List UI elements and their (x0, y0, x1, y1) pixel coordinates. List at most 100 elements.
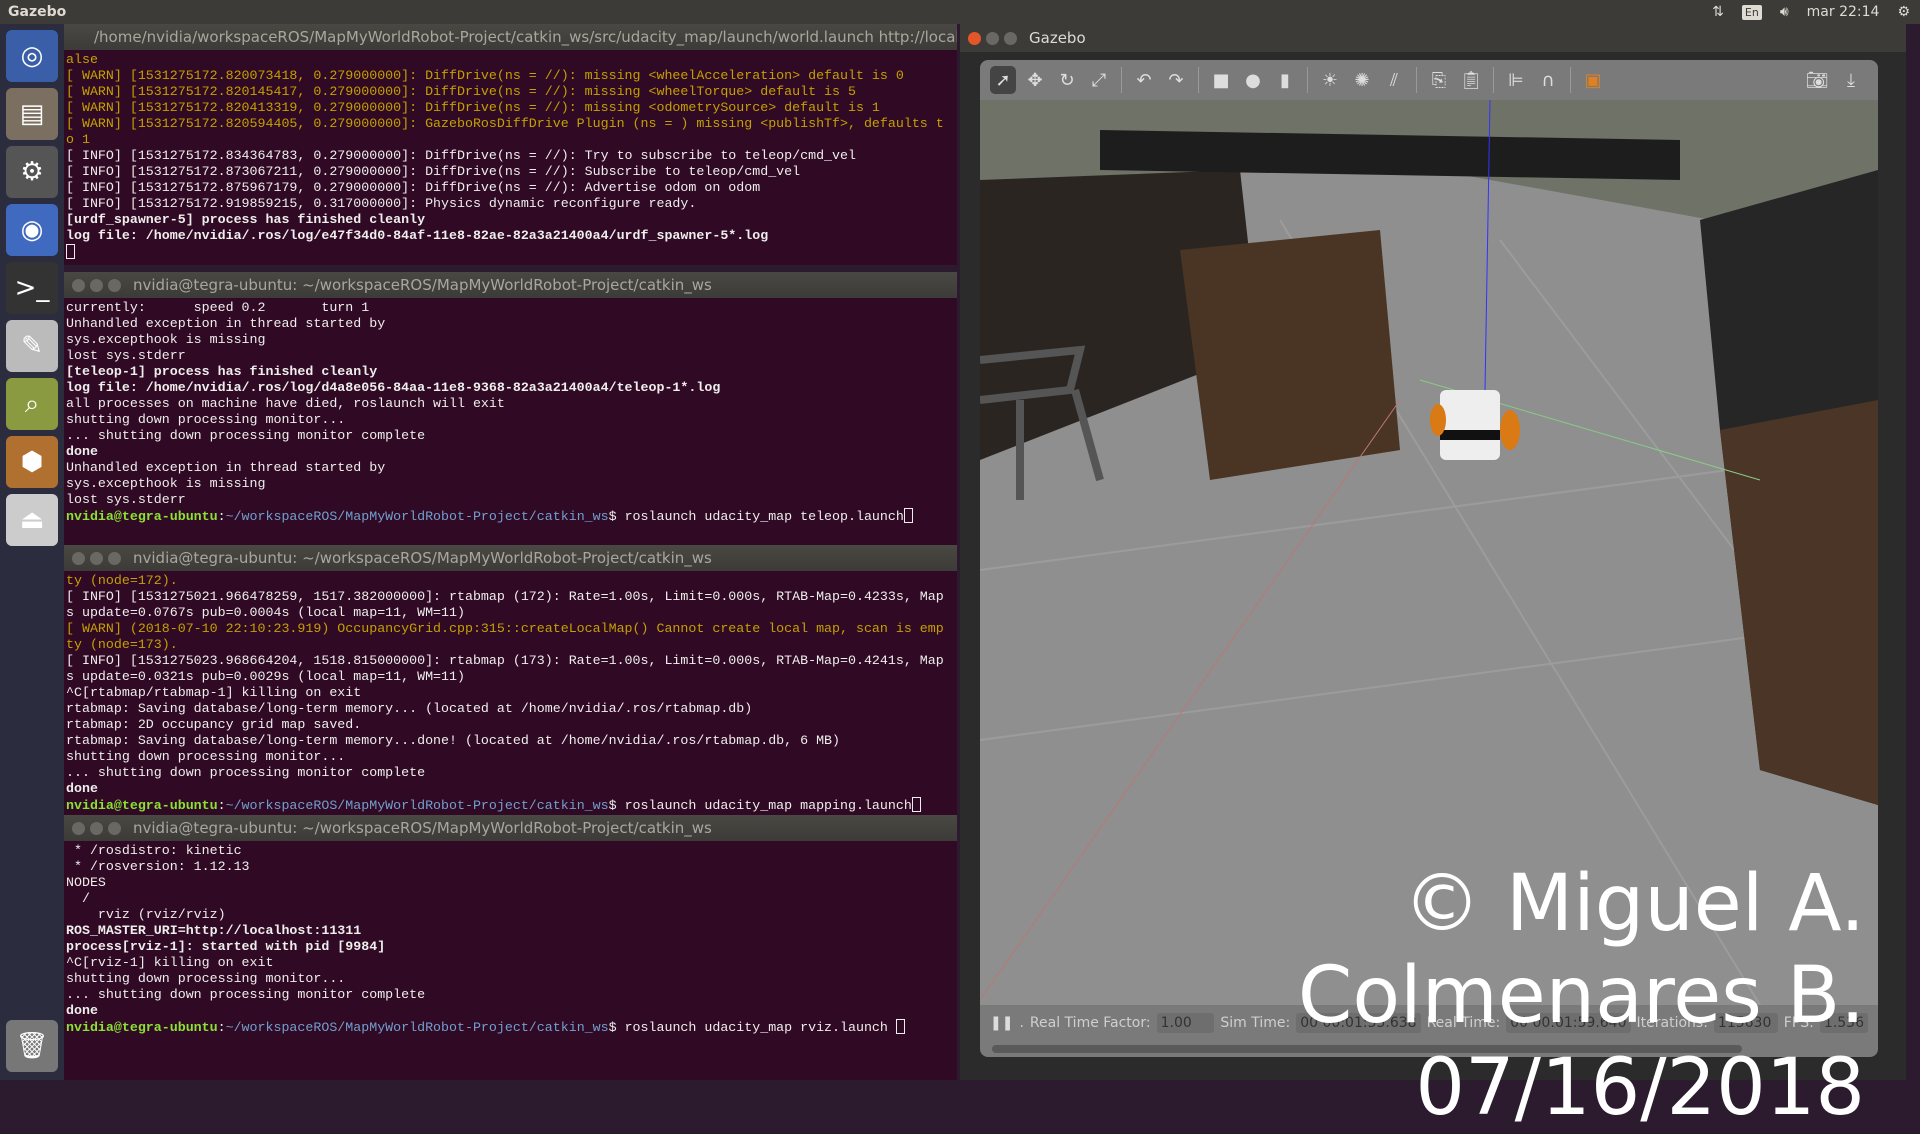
gazebo-toolbar: ➚ ✥ ↻ ⤢ ↶ ↷ ■ ● ▮ ☀ ✺ ⫽ ⎘ 📋︎ ⊫ ∩ ▣ 📷︎ ⤓ (980, 60, 1878, 100)
minimize-button[interactable] (90, 278, 103, 292)
terminal-line: log file: /home/nvidia/.ros/log/e47f34d0… (66, 228, 769, 243)
terminal-line: o 1 (66, 132, 90, 147)
terminal-title: nvidia@tegra-ubuntu: ~/workspaceROS/MapM… (133, 819, 712, 837)
spot-light-tool-icon[interactable]: ✺ (1349, 66, 1375, 94)
terminal-line: / (66, 891, 90, 906)
point-light-tool-icon[interactable]: ☀ (1317, 66, 1343, 94)
launcher-text-editor-icon[interactable]: ✎ (6, 320, 58, 372)
launcher-usb-drive-icon[interactable]: ⏏ (6, 494, 58, 546)
terminal-line: s update=0.0767s pub=0.0004s (local map=… (66, 605, 465, 620)
maximize-button[interactable] (108, 821, 121, 835)
minimize-button[interactable] (90, 821, 103, 835)
terminal-titlebar: nvidia@tegra-ubuntu: ~/workspaceROS/MapM… (64, 815, 957, 841)
select-tool-icon[interactable]: ➚ (990, 66, 1016, 94)
toolbar-separator (1570, 67, 1571, 93)
terminal-window[interactable]: nvidia@tegra-ubuntu: ~/workspaceROS/MapM… (64, 815, 957, 1080)
toolbar-separator (1307, 67, 1308, 93)
3d-viewport[interactable] (980, 100, 1878, 1005)
launcher: ◎ ▤ ⚙ ◉ >_ ✎ ⌕ ⬢ ⏏ 🗑︎ (0, 24, 64, 1080)
volume-icon[interactable]: 🔊︎ (1780, 4, 1789, 20)
terminal-window[interactable]: nvidia@tegra-ubuntu: ~/workspaceROS/MapM… (64, 545, 957, 815)
launcher-trash-icon[interactable]: 🗑︎ (6, 1020, 58, 1072)
launcher-chromium-icon[interactable]: ◉ (6, 204, 58, 256)
toolbar-separator (1121, 67, 1122, 93)
network-icon[interactable]: ⇅ (1712, 4, 1724, 20)
launcher-system-settings-icon[interactable]: ⚙ (6, 146, 58, 198)
real-time-label: Real Time: (1426, 1015, 1501, 1031)
copy-tool-icon[interactable]: ⎘ (1426, 66, 1452, 94)
terminal-line: alse (66, 52, 98, 67)
cylinder-tool-icon[interactable]: ▮ (1272, 66, 1298, 94)
sphere-tool-icon[interactable]: ● (1240, 66, 1266, 94)
close-button[interactable] (72, 278, 85, 292)
log-icon[interactable]: ⤓ (1838, 66, 1864, 94)
terminal-line: [ WARN] [1531275172.820413319, 0.2790000… (66, 100, 880, 115)
cursor (895, 1019, 905, 1034)
undo-tool-icon[interactable]: ↶ (1131, 66, 1157, 94)
terminal-line: ... shutting down processing monitor com… (66, 428, 426, 443)
terminal-line: [ INFO] [1531275172.834364783, 0.2790000… (66, 148, 856, 163)
launcher-package-installer-icon[interactable]: ⬢ (6, 436, 58, 488)
prompt-path: ~/workspaceROS/MapMyWorldRobot-Project/c… (225, 509, 609, 524)
terminal-line: log file: /home/nvidia/.ros/log/d4a8e056… (66, 380, 721, 395)
close-button[interactable] (72, 551, 85, 565)
terminal-line: * /rosversion: 1.12.13 (66, 859, 250, 874)
real-time-value: 00 00:01:59.640 (1506, 1013, 1631, 1033)
terminal-line: shutting down processing monitor... (66, 749, 346, 764)
step-button[interactable]: . (1019, 1015, 1023, 1031)
terminal-output[interactable]: ty (node=172).[ INFO] [1531275021.966478… (64, 571, 957, 815)
directional-light-tool-icon[interactable]: ⫽ (1381, 66, 1407, 94)
cursor (911, 797, 921, 812)
terminal-line: done (66, 1003, 98, 1018)
horizontal-scrollbar[interactable] (992, 1045, 1742, 1053)
snap-tool-icon[interactable]: ∩ (1535, 66, 1561, 94)
cursor (903, 508, 913, 523)
close-button[interactable] (968, 31, 981, 45)
launcher-files-icon[interactable]: ▤ (6, 88, 58, 140)
gazebo-window: Gazebo ➚ ✥ ↻ ⤢ ↶ ↷ ■ ● ▮ ☀ ✺ ⫽ ⎘ 📋︎ ⊫ ∩ ▣ 📷︎ ⤓ (960, 24, 1906, 1080)
terminal-output[interactable]: alse[ WARN] [1531275172.820073418, 0.279… (64, 50, 957, 263)
terminal-window[interactable]: /home/nvidia/workspaceROS/MapMyWorldRobo… (64, 24, 957, 265)
terminal-line: ty (node=172). (66, 573, 178, 588)
toolbar-separator (1416, 67, 1417, 93)
clock[interactable]: mar 22:14 (1807, 4, 1880, 20)
power-gear-icon[interactable]: ⚙ (1897, 4, 1910, 20)
terminal-output[interactable]: * /rosdistro: kinetic * /rosversion: 1.1… (64, 841, 957, 1038)
fps-value: 1.536 (1819, 1013, 1868, 1033)
redo-tool-icon[interactable]: ↷ (1163, 66, 1189, 94)
terminal-line: sys.excepthook is missing (66, 476, 266, 491)
prompt-command: $ roslaunch udacity_map teleop.launch (608, 509, 904, 524)
paste-tool-icon[interactable]: 📋︎ (1458, 66, 1484, 94)
minimize-button[interactable] (90, 551, 103, 565)
terminal-window[interactable]: nvidia@tegra-ubuntu: ~/workspaceROS/MapM… (64, 272, 957, 548)
keyboard-layout-indicator[interactable]: En (1741, 4, 1762, 20)
minimize-button[interactable] (986, 31, 999, 45)
translate-tool-icon[interactable]: ✥ (1022, 66, 1048, 94)
close-button[interactable] (72, 821, 85, 835)
rotate-tool-icon[interactable]: ↻ (1054, 66, 1080, 94)
maximize-button[interactable] (108, 278, 121, 292)
launcher-system-monitor-icon[interactable]: ⌕ (6, 378, 58, 430)
align-tool-icon[interactable]: ⊫ (1503, 66, 1529, 94)
terminal-title: nvidia@tegra-ubuntu: ~/workspaceROS/MapM… (133, 549, 712, 567)
terminal-titlebar: nvidia@tegra-ubuntu: ~/workspaceROS/MapM… (64, 545, 957, 571)
terminal-line: all processes on machine have died, rosl… (66, 396, 505, 411)
terminal-line: NODES (66, 875, 106, 890)
scale-tool-icon[interactable]: ⤢ (1086, 66, 1112, 94)
maximize-button[interactable] (1004, 31, 1017, 45)
terminal-line: Unhandled exception in thread started by (66, 316, 386, 331)
pause-button[interactable]: ❚❚ (990, 1015, 1013, 1031)
terminal-line: done (66, 781, 98, 796)
terminal-title: nvidia@tegra-ubuntu: ~/workspaceROS/MapM… (133, 276, 712, 294)
launcher-ubuntu-dash-icon[interactable]: ◎ (6, 30, 58, 82)
terminal-line: shutting down processing monitor... (66, 971, 346, 986)
terminal-line: currently: speed 0.2 turn 1 (66, 300, 370, 315)
box-tool-icon[interactable]: ■ (1208, 66, 1234, 94)
terminal-line: shutting down processing monitor... (66, 412, 346, 427)
maximize-button[interactable] (108, 551, 121, 565)
screenshot-camera-icon[interactable]: 📷︎ (1804, 66, 1830, 94)
launcher-terminal-icon[interactable]: >_ (6, 262, 58, 314)
view-angle-tool-icon[interactable]: ▣ (1580, 66, 1606, 94)
terminal-output[interactable]: currently: speed 0.2 turn 1 Unhandled exc… (64, 298, 957, 527)
terminal-titlebar: /home/nvidia/workspaceROS/MapMyWorldRobo… (64, 24, 957, 50)
